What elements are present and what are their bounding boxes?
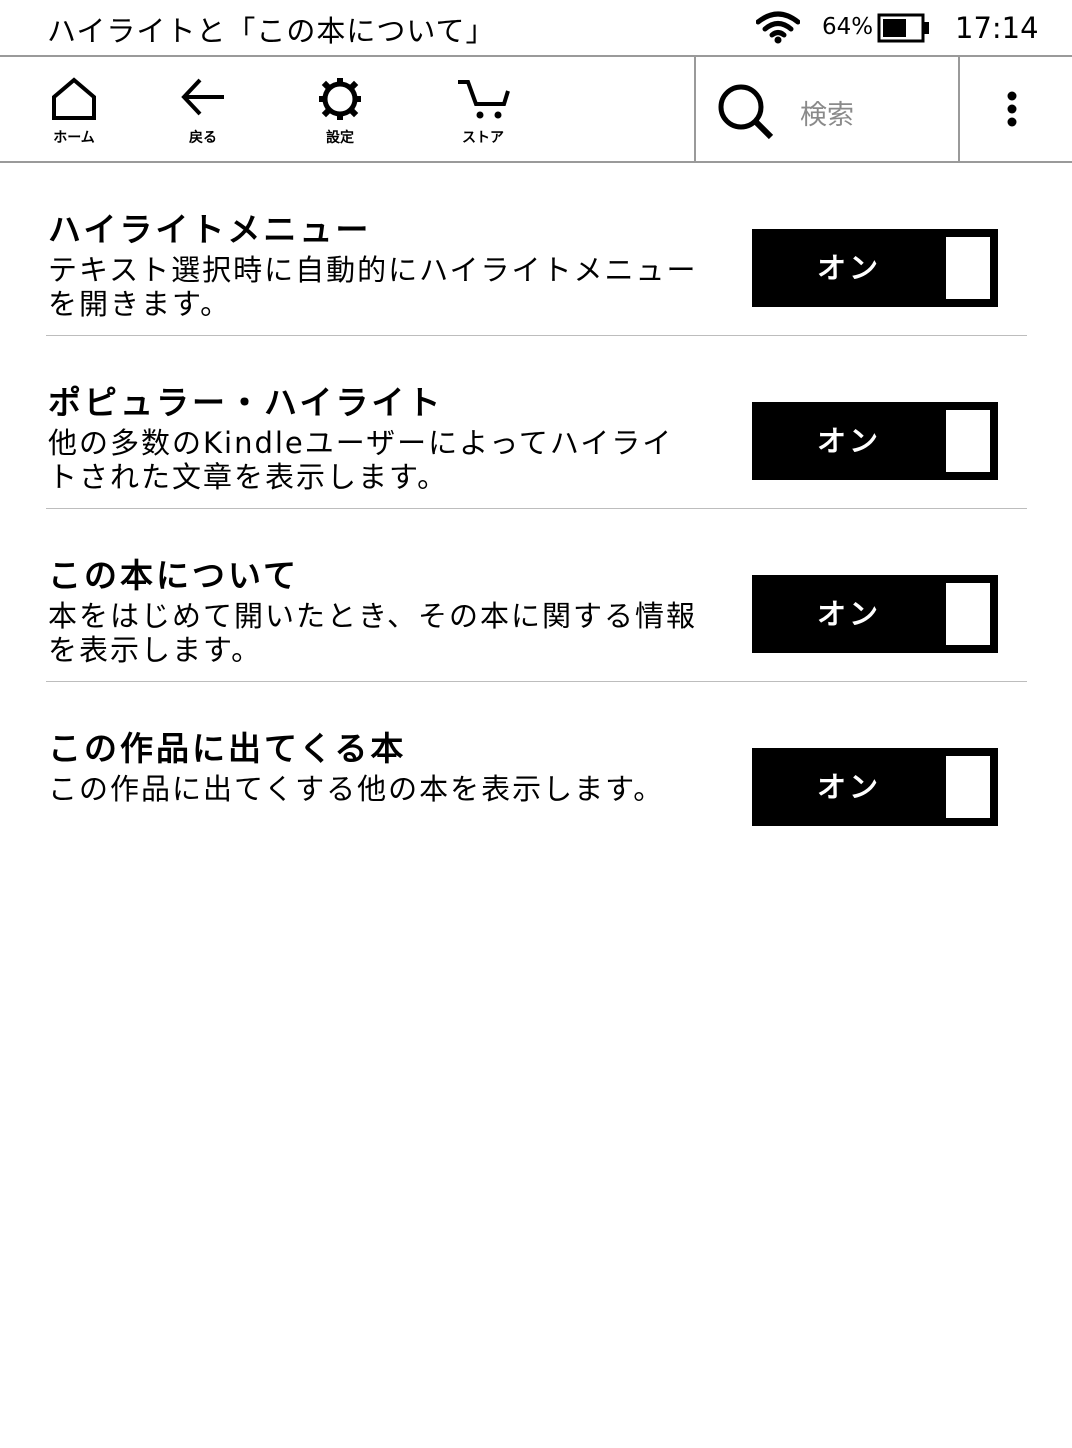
back-label: 戻る <box>189 130 217 146</box>
back-button[interactable]: 戻る <box>163 57 243 161</box>
battery-icon <box>877 13 929 43</box>
setting-row-about-this-book: この本について 本をはじめて開いたとき、その本に関する情報を表示します。 オン <box>46 509 1027 682</box>
popular-highlights-toggle[interactable]: オン <box>752 402 998 480</box>
setting-description: この作品に出てくする他の本を表示します。 <box>48 772 665 806</box>
battery-percent: 64% <box>822 14 874 40</box>
toggle-knob <box>946 756 990 818</box>
toolbar-divider <box>958 57 960 161</box>
search-input[interactable]: 検索 <box>696 57 958 161</box>
back-arrow-icon <box>181 78 224 116</box>
toggle-label: オン <box>816 770 881 804</box>
setting-title: ポピュラー・ハイライト <box>48 383 444 422</box>
setting-row-books-in-this-work: この作品に出てくる本 この作品に出てくする他の本を表示します。 オン <box>46 682 1027 855</box>
highlight-menu-toggle[interactable]: オン <box>752 229 998 307</box>
more-vertical-icon <box>1007 91 1017 127</box>
setting-description: テキスト選択時に自動的にハイライトメニューを開きます。 <box>48 253 698 321</box>
toggle-label: オン <box>816 251 881 285</box>
settings-label: 設定 <box>326 130 354 146</box>
toggle-knob <box>946 237 990 299</box>
about-this-book-toggle[interactable]: オン <box>752 575 998 653</box>
store-button[interactable]: ストア <box>443 57 523 161</box>
toolbar: ホーム 戻る 設定 ストア 検索 <box>0 57 1072 163</box>
setting-row-popular-highlights: ポピュラー・ハイライト 他の多数のKindleユーザーによってハイライトされた文… <box>46 336 1027 509</box>
setting-title: ハイライトメニュー <box>48 210 372 249</box>
page-title: ハイライトと「この本について」 <box>47 14 496 48</box>
search-icon <box>718 84 774 140</box>
toggle-label: オン <box>816 424 881 458</box>
clock: 17:14 <box>955 11 1039 45</box>
home-button[interactable]: ホーム <box>34 57 114 161</box>
setting-row-highlight-menu: ハイライトメニュー テキスト選択時に自動的にハイライトメニューを開きます。 オン <box>46 163 1027 336</box>
toggle-label: オン <box>816 597 881 631</box>
status-bar: ハイライトと「この本について」 64% 17:14 <box>0 0 1072 57</box>
setting-description: 他の多数のKindleユーザーによってハイライトされた文章を表示します。 <box>48 426 674 494</box>
books-in-this-work-toggle[interactable]: オン <box>752 748 998 826</box>
settings-list: ハイライトメニュー テキスト選択時に自動的にハイライトメニューを開きます。 オン… <box>46 163 1027 855</box>
toggle-knob <box>946 583 990 645</box>
wifi-icon <box>756 11 800 44</box>
setting-title: この作品に出てくる本 <box>48 729 407 768</box>
settings-button[interactable]: 設定 <box>300 57 380 161</box>
gear-icon <box>319 78 361 120</box>
search-placeholder: 検索 <box>800 100 854 131</box>
cart-icon <box>458 80 510 119</box>
setting-description: 本をはじめて開いたとき、その本に関する情報を表示します。 <box>48 599 697 667</box>
home-icon <box>52 77 96 120</box>
more-menu-button[interactable] <box>962 57 1072 161</box>
store-label: ストア <box>462 130 504 146</box>
setting-title: この本について <box>48 556 300 595</box>
toggle-knob <box>946 410 990 472</box>
home-label: ホーム <box>53 130 95 146</box>
